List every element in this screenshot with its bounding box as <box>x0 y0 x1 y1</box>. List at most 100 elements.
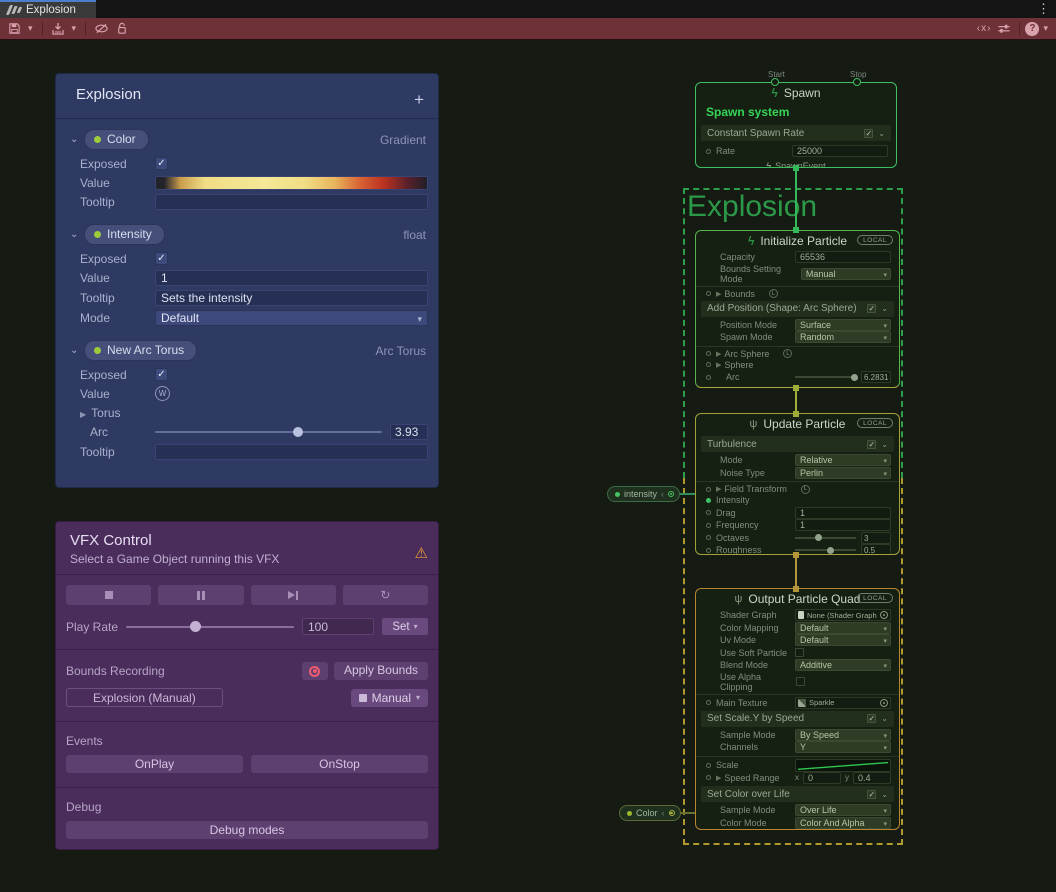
input-port[interactable] <box>706 291 711 296</box>
collapse-icon[interactable]: ‹ <box>661 489 664 499</box>
fold-icon[interactable]: ⌄ <box>70 229 84 240</box>
play-rate-input[interactable]: 100 <box>302 618 374 635</box>
save-button[interactable] <box>4 20 24 38</box>
input-port[interactable] <box>706 510 711 515</box>
input-port[interactable] <box>706 548 711 553</box>
start-port[interactable] <box>771 78 779 86</box>
input-port[interactable] <box>706 351 711 356</box>
position-mode-dropdown[interactable]: Surface▾ <box>795 319 891 331</box>
set-button[interactable]: Set▾ <box>382 618 428 635</box>
flow-port[interactable] <box>793 411 799 417</box>
block-add-position[interactable]: Add Position (Shape: Arc Sphere) ✓ ⌄ <box>701 301 894 317</box>
fold-icon[interactable]: ⌄ <box>881 304 888 313</box>
arc-slider[interactable]: 3.93 <box>155 424 428 440</box>
main-texture-object-field[interactable]: Sparkle <box>795 697 891 709</box>
fold-closed-icon[interactable]: ▶ <box>716 485 721 493</box>
collapse-icon[interactable]: ‹ <box>662 808 665 818</box>
record-bounds-button[interactable] <box>302 662 328 680</box>
local-space-icon[interactable]: L <box>801 485 810 494</box>
output-port[interactable] <box>669 810 675 816</box>
lock-toggle-button[interactable] <box>112 20 132 38</box>
shader-graph-object-field[interactable]: None (Shader Graph Vfx Asset) <box>795 609 891 621</box>
flow-port[interactable] <box>793 552 799 558</box>
pause-button[interactable] <box>158 585 243 605</box>
node-header[interactable]: ϟ Initialize Particle LOCAL <box>696 231 899 251</box>
slider-handle[interactable] <box>851 374 858 381</box>
input-port[interactable] <box>706 375 711 380</box>
fold-icon[interactable]: ⌄ <box>878 129 885 138</box>
param-pill-intensity[interactable]: Intensity <box>84 224 165 245</box>
bounds-mode-dropdown[interactable]: Manual▾ <box>351 689 428 707</box>
fold-icon[interactable]: ⌄ <box>70 345 84 356</box>
flow-port[interactable] <box>793 165 799 171</box>
param-pill-arctorus[interactable]: New Arc Torus <box>84 340 197 361</box>
node-header[interactable]: ϟ Spawn <box>696 83 896 103</box>
node-header[interactable]: ψ Output Particle Quad LOCAL <box>696 589 899 609</box>
tab-explosion[interactable]: Explosion <box>0 0 96 18</box>
step-button[interactable] <box>251 585 336 605</box>
tooltip-input[interactable] <box>155 444 428 460</box>
stop-port[interactable] <box>853 78 861 86</box>
input-port[interactable] <box>706 523 711 528</box>
noise-type-dropdown[interactable]: Perlin▾ <box>795 467 891 479</box>
edge-spawn-to-init[interactable] <box>795 168 797 231</box>
save-as-dropdown-caret[interactable]: ▾ <box>68 23 81 34</box>
slider-track[interactable] <box>155 431 382 433</box>
fold-icon[interactable]: ⌄ <box>881 714 888 723</box>
tooltip-input[interactable]: Sets the intensity <box>155 290 428 306</box>
help-button[interactable]: ? <box>1025 22 1039 36</box>
node-update-particle[interactable]: ψ Update Particle LOCAL Turbulence ✓ ⌄ M… <box>695 413 900 555</box>
input-port[interactable] <box>706 535 711 540</box>
restart-button[interactable]: ↻ <box>343 585 428 605</box>
toggle-visibility-button[interactable] <box>91 20 112 38</box>
exposed-checkbox[interactable]: ✓ <box>155 157 168 170</box>
use-alpha-clipping-checkbox[interactable] <box>796 677 805 686</box>
speed-range-y-input[interactable]: 0.4 <box>853 772 891 784</box>
octaves-input[interactable]: 3 <box>861 532 891 544</box>
fold-icon[interactable]: ⌄ <box>70 134 84 145</box>
exposed-checkbox[interactable]: ✓ <box>155 252 168 265</box>
color-mapping-dropdown[interactable]: Default▾ <box>795 622 891 634</box>
play-rate-slider[interactable] <box>126 626 294 628</box>
roughness-slider[interactable] <box>795 549 856 551</box>
edge-update-to-output[interactable] <box>795 555 797 589</box>
block-enabled-checkbox[interactable]: ✓ <box>867 304 876 313</box>
block-enabled-checkbox[interactable]: ✓ <box>867 714 876 723</box>
input-port[interactable] <box>706 763 711 768</box>
block-enabled-checkbox[interactable]: ✓ <box>864 129 873 138</box>
torus-foldout[interactable]: ▶Torus <box>56 406 155 420</box>
save-as-button[interactable] <box>48 20 68 38</box>
block-turbulence[interactable]: Turbulence ✓ ⌄ <box>701 436 894 452</box>
exposed-checkbox[interactable]: ✓ <box>155 368 168 381</box>
param-pill-color[interactable]: Color <box>84 129 149 150</box>
mode-dropdown[interactable]: Default ▾ <box>155 310 428 326</box>
sample-mode-dropdown[interactable]: Over Life▾ <box>795 804 891 816</box>
drag-input[interactable]: 1 <box>795 507 891 519</box>
node-header[interactable]: ψ Update Particle LOCAL <box>696 414 899 434</box>
control-panel-button[interactable] <box>994 20 1014 38</box>
block-enabled-checkbox[interactable]: ✓ <box>867 790 876 799</box>
flow-port[interactable] <box>793 385 799 391</box>
mode-dropdown[interactable]: Relative▾ <box>795 454 891 466</box>
fold-icon[interactable]: ⌄ <box>881 440 888 449</box>
attributes-button[interactable]: ‹x› <box>974 20 995 38</box>
input-port[interactable] <box>706 700 711 705</box>
fold-closed-icon[interactable]: ▶ <box>716 774 721 782</box>
apply-bounds-button[interactable]: Apply Bounds <box>334 662 428 680</box>
onstop-button[interactable]: OnStop <box>251 755 428 773</box>
slider-handle[interactable] <box>190 621 201 632</box>
save-dropdown-caret[interactable]: ▾ <box>24 23 37 34</box>
value-input[interactable]: 1 <box>155 270 428 286</box>
uv-mode-dropdown[interactable]: Default▾ <box>795 634 891 646</box>
input-port[interactable] <box>706 487 711 492</box>
input-port[interactable] <box>706 775 711 780</box>
block-set-color-over-life[interactable]: Set Color over Life ✓ ⌄ <box>701 786 894 802</box>
debug-modes-button[interactable]: Debug modes <box>66 821 428 839</box>
param-node-color[interactable]: Color ‹ <box>619 805 681 821</box>
bounds-mode-dropdown[interactable]: Manual▾ <box>801 268 891 280</box>
fold-closed-icon[interactable]: ▶ <box>716 361 721 369</box>
color-mode-dropdown[interactable]: Color And Alpha▾ <box>795 817 891 829</box>
node-output-particle-quad[interactable]: ψ Output Particle Quad LOCAL Shader Grap… <box>695 588 900 830</box>
speed-range-x-input[interactable]: 0 <box>803 772 841 784</box>
block-enabled-checkbox[interactable]: ✓ <box>867 440 876 449</box>
